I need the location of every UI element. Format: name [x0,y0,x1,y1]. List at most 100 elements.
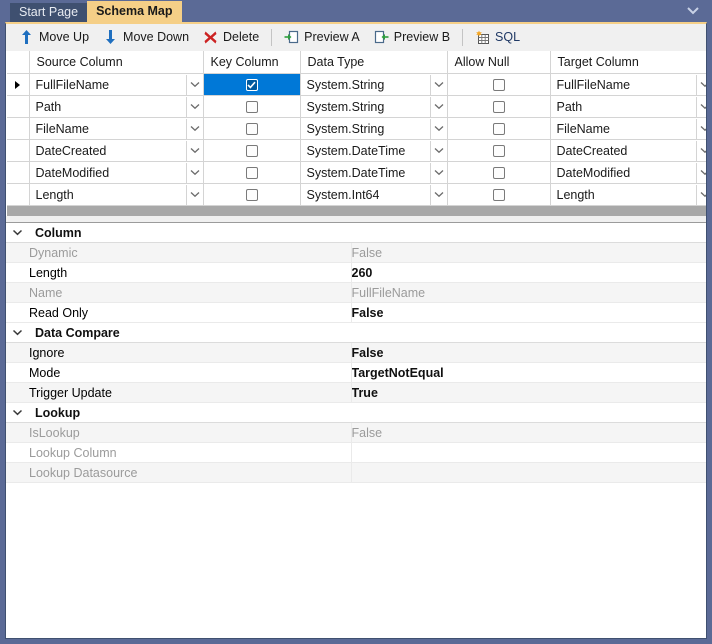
property-row[interactable]: IsLookup False [6,422,706,443]
property-category-row[interactable]: Lookup [6,402,706,423]
property-row[interactable]: Ignore False [6,342,706,363]
grid-header-source-column[interactable]: Source Column [29,51,204,74]
grid-header-key-column[interactable]: Key Column [203,51,301,74]
sql-button[interactable]: SQL [468,26,527,48]
target-column-cell[interactable]: DateModified [550,161,706,184]
chevron-down-icon[interactable] [429,74,447,95]
move-up-button[interactable]: Move Up [12,26,96,48]
allow-null-cell[interactable] [447,139,551,162]
key-column-checkbox[interactable] [245,144,258,157]
property-value[interactable]: False [351,242,706,263]
source-column-cell[interactable]: DateModified [29,161,204,184]
key-column-checkbox[interactable] [245,122,258,135]
property-value[interactable]: TargetNotEqual [351,362,706,383]
data-type-cell[interactable]: System.String [300,95,448,118]
table-row[interactable]: FileName System.String FileName [7,117,706,140]
property-value[interactable]: False [351,302,706,323]
data-type-cell[interactable]: System.String [300,117,448,140]
target-column-cell[interactable]: FullFileName [550,73,706,96]
move-down-button[interactable]: Move Down [96,26,196,48]
target-column-cell[interactable]: FileName [550,117,706,140]
key-column-cell[interactable] [203,161,301,184]
category-expander[interactable] [6,223,29,243]
category-expander[interactable] [6,322,29,343]
data-type-cell[interactable]: System.String [300,73,448,96]
key-column-checkbox[interactable] [245,166,258,179]
key-column-cell[interactable] [203,73,301,96]
row-header-cell[interactable] [7,73,30,96]
property-row[interactable]: Dynamic False [6,242,706,263]
allow-null-cell[interactable] [447,117,551,140]
key-column-checkbox[interactable] [245,78,258,91]
allow-null-checkbox[interactable] [492,188,505,201]
chevron-down-icon[interactable] [429,118,447,139]
chevron-down-icon[interactable] [695,162,706,183]
property-value[interactable] [351,462,706,483]
data-type-cell[interactable]: System.DateTime [300,161,448,184]
property-category-row[interactable]: Column [6,223,706,243]
chevron-down-icon[interactable] [695,74,706,95]
table-row[interactable]: DateCreated System.DateTime DateCreated [7,139,706,162]
chevron-down-icon[interactable] [185,140,203,161]
source-column-cell[interactable]: Path [29,95,204,118]
chevron-down-icon[interactable] [429,140,447,161]
table-row[interactable]: FullFileName System.String FullFileName [7,73,706,96]
schema-map-grid[interactable]: Source Column Key Column Data Type Allow… [6,51,706,216]
key-column-cell[interactable] [203,95,301,118]
chevron-down-icon[interactable] [185,74,203,95]
property-row[interactable]: Lookup Datasource [6,462,706,483]
row-header-cell[interactable] [7,183,30,206]
chevron-down-icon[interactable] [695,118,706,139]
data-type-cell[interactable]: System.DateTime [300,139,448,162]
row-header-cell[interactable] [7,117,30,140]
property-value[interactable]: True [351,382,706,403]
target-column-cell[interactable]: DateCreated [550,139,706,162]
row-header-cell[interactable] [7,95,30,118]
allow-null-cell[interactable] [447,73,551,96]
chevron-down-icon[interactable] [429,162,447,183]
category-expander[interactable] [6,402,29,423]
allow-null-checkbox[interactable] [492,122,505,135]
property-value[interactable]: False [351,422,706,443]
chevron-down-icon[interactable] [695,96,706,117]
property-value[interactable]: 260 [351,262,706,283]
target-column-cell[interactable]: Length [550,183,706,206]
preview-b-button[interactable]: Preview B [367,26,457,48]
property-row[interactable]: Name FullFileName [6,282,706,303]
source-column-cell[interactable]: DateCreated [29,139,204,162]
source-column-cell[interactable]: FullFileName [29,73,204,96]
tab-start-page[interactable]: Start Page [10,3,88,22]
source-column-cell[interactable]: FileName [29,117,204,140]
property-row[interactable]: Trigger Update True [6,382,706,403]
grid-header-data-type[interactable]: Data Type [300,51,448,74]
property-row[interactable]: Lookup Column [6,442,706,463]
table-row[interactable]: Path System.String Path [7,95,706,118]
source-column-cell[interactable]: Length [29,183,204,206]
property-category-row[interactable]: Data Compare [6,322,706,343]
property-row[interactable]: Length 260 [6,262,706,283]
table-row[interactable]: DateModified System.DateTime DateModified [7,161,706,184]
key-column-cell[interactable] [203,139,301,162]
grid-header-allow-null[interactable]: Allow Null [447,51,551,74]
preview-a-button[interactable]: Preview A [277,26,367,48]
row-header-cell[interactable] [7,161,30,184]
allow-null-checkbox[interactable] [492,144,505,157]
chevron-down-icon[interactable] [185,118,203,139]
property-grid[interactable]: Column Dynamic False Length 260 Name FullFileN… [6,222,706,638]
row-header-cell[interactable] [7,139,30,162]
tab-overflow-button[interactable] [685,3,701,19]
chevron-down-icon[interactable] [429,184,447,205]
key-column-checkbox[interactable] [245,100,258,113]
property-row[interactable]: Mode TargetNotEqual [6,362,706,383]
target-column-cell[interactable]: Path [550,95,706,118]
tab-schema-map[interactable]: Schema Map [87,1,182,22]
property-value[interactable] [351,442,706,463]
chevron-down-icon[interactable] [429,96,447,117]
table-row[interactable]: Length System.Int64 Length [7,183,706,206]
allow-null-cell[interactable] [447,95,551,118]
property-value[interactable]: False [351,342,706,363]
allow-null-cell[interactable] [447,183,551,206]
chevron-down-icon[interactable] [695,184,706,205]
grid-header-target-column[interactable]: Target Column [550,51,706,74]
chevron-down-icon[interactable] [695,140,706,161]
